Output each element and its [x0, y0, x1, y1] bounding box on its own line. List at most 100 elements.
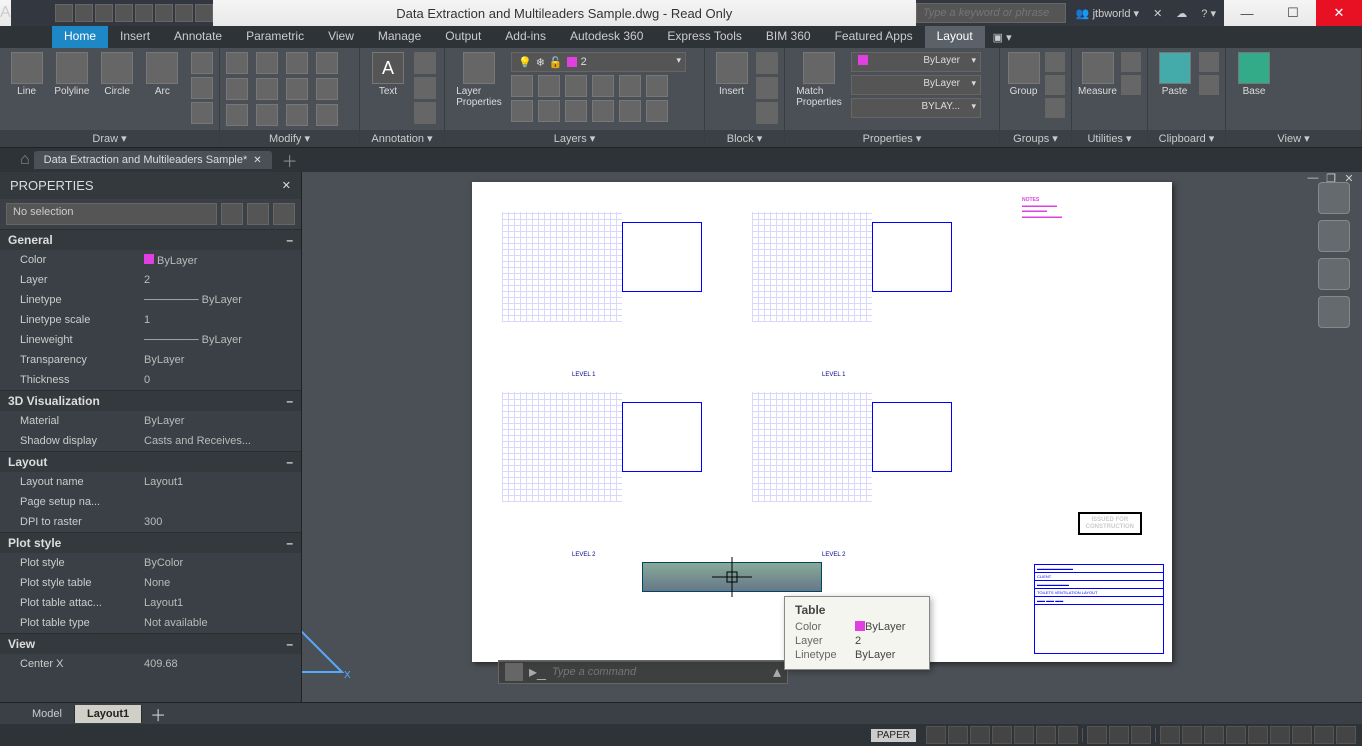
properties-list[interactable]: General–Color ByLayerLayer2Linetype─────…	[0, 229, 301, 702]
util-2-icon[interactable]	[1121, 75, 1141, 95]
lineweight-combo[interactable]: BYLAY...	[851, 98, 981, 118]
panel-layers[interactable]: Layers ▾	[445, 130, 704, 147]
laymrg-icon[interactable]	[646, 100, 668, 122]
text-button[interactable]: AText	[366, 52, 410, 97]
props-row[interactable]: Page setup na...	[0, 492, 301, 512]
add-layout-icon[interactable]: ＋	[142, 699, 174, 729]
props-row[interactable]: Layout nameLayout1	[0, 472, 301, 492]
osnap-icon[interactable]	[1014, 726, 1034, 744]
measure-button[interactable]: Measure	[1078, 52, 1117, 97]
offset-icon[interactable]	[316, 104, 338, 126]
array-icon[interactable]	[286, 104, 308, 126]
selection-combo[interactable]: No selection	[6, 203, 217, 225]
ortho-icon[interactable]	[970, 726, 990, 744]
collapse-icon[interactable]: –	[286, 637, 293, 651]
selectobj-icon[interactable]	[273, 203, 295, 225]
props-row[interactable]: TransparencyByLayer	[0, 350, 301, 370]
workspace-icon[interactable]	[1160, 726, 1180, 744]
tab-view[interactable]: View	[316, 26, 366, 48]
move-icon[interactable]	[226, 52, 248, 74]
panel-draw[interactable]: Draw ▾	[0, 130, 219, 147]
laylck-icon[interactable]	[592, 75, 614, 97]
erase-icon[interactable]	[316, 52, 338, 74]
leader-icon[interactable]	[414, 77, 436, 99]
qat-plot-icon[interactable]	[135, 4, 153, 22]
edit-attr-icon[interactable]	[756, 102, 778, 124]
copy-icon[interactable]	[226, 78, 248, 100]
base-button[interactable]: Base	[1232, 52, 1276, 97]
cut-icon[interactable]	[1199, 52, 1219, 72]
polyline-button[interactable]: Polyline	[51, 52, 92, 97]
pan-icon[interactable]	[1318, 220, 1350, 252]
doctabs-home-icon[interactable]: ⌂	[20, 151, 30, 169]
tab-model[interactable]: Model	[20, 705, 75, 723]
panel-annotation[interactable]: Annotation ▾	[360, 130, 444, 147]
units-icon[interactable]	[1204, 726, 1224, 744]
collapse-icon[interactable]: –	[286, 455, 293, 469]
group-button[interactable]: Group	[1006, 52, 1041, 97]
layoff-icon[interactable]	[565, 75, 587, 97]
laydel-icon[interactable]	[619, 100, 641, 122]
collapse-icon[interactable]: –	[286, 394, 293, 408]
create-block-icon[interactable]	[756, 52, 778, 74]
quickprops-icon[interactable]	[1226, 726, 1246, 744]
linetype-combo[interactable]: ByLayer	[851, 75, 981, 95]
props-category[interactable]: 3D Visualization–	[0, 390, 301, 411]
qat-new-icon[interactable]	[55, 4, 73, 22]
tab-autodesk360[interactable]: Autodesk 360	[558, 26, 655, 48]
table-icon[interactable]	[414, 102, 436, 124]
tab-parametric[interactable]: Parametric	[234, 26, 316, 48]
window-maximize[interactable]: ☐	[1270, 0, 1316, 26]
paste-button[interactable]: Paste	[1154, 52, 1195, 97]
properties-close-icon[interactable]: ✕	[282, 179, 291, 192]
props-category[interactable]: View–	[0, 633, 301, 654]
polar-icon[interactable]	[992, 726, 1012, 744]
props-row[interactable]: Linetype─────── ByLayer	[0, 290, 301, 310]
navwheel-icon[interactable]	[1318, 182, 1350, 214]
cmd-options-icon[interactable]: ▴	[773, 662, 781, 682]
edit-block-icon[interactable]	[756, 77, 778, 99]
panel-clipboard[interactable]: Clipboard ▾	[1148, 130, 1225, 147]
help-icon[interactable]: ? ▾	[1197, 7, 1220, 20]
line-button[interactable]: Line	[6, 52, 47, 97]
annoscale-icon[interactable]	[1087, 726, 1107, 744]
pickadd-icon[interactable]	[247, 203, 269, 225]
hardware-icon[interactable]	[1292, 726, 1312, 744]
fillet-icon[interactable]	[286, 78, 308, 100]
props-category[interactable]: Layout–	[0, 451, 301, 472]
snap-icon[interactable]	[948, 726, 968, 744]
quickselect-icon[interactable]	[221, 203, 243, 225]
signin-user[interactable]: 👥 jtbworld ▾	[1072, 7, 1143, 20]
command-line[interactable]: ▸_ ▴	[498, 660, 788, 684]
circle-button[interactable]: Circle	[97, 52, 138, 97]
draw-ext1[interactable]	[191, 52, 213, 74]
lockui-icon[interactable]	[1248, 726, 1268, 744]
zoom-extents-icon[interactable]	[1318, 258, 1350, 290]
exchange-icon[interactable]: ✕	[1149, 7, 1166, 20]
layulk-icon[interactable]	[565, 100, 587, 122]
layer-current-combo[interactable]: 💡❄🔓 2	[511, 52, 686, 72]
layun-icon[interactable]	[511, 100, 533, 122]
props-row[interactable]: MaterialByLayer	[0, 411, 301, 431]
mirror-icon[interactable]	[256, 78, 278, 100]
props-row[interactable]: Plot table attac...Layout1	[0, 593, 301, 613]
stretch-icon[interactable]	[226, 104, 248, 126]
ungroup-icon[interactable]	[1045, 52, 1065, 72]
props-row[interactable]: Plot styleByColor	[0, 553, 301, 573]
tab-addins[interactable]: Add-ins	[493, 26, 558, 48]
annovisible-icon[interactable]	[1109, 726, 1129, 744]
grid-icon[interactable]	[926, 726, 946, 744]
tab-featuredapps[interactable]: Featured Apps	[823, 26, 925, 48]
laythw-icon[interactable]	[538, 100, 560, 122]
panel-utilities[interactable]: Utilities ▾	[1072, 130, 1147, 147]
color-combo[interactable]: ByLayer	[851, 52, 981, 72]
collapse-icon[interactable]: –	[286, 233, 293, 247]
window-minimize[interactable]: —	[1224, 0, 1270, 26]
tab-home[interactable]: Home	[52, 26, 108, 48]
panel-properties[interactable]: Properties ▾	[785, 130, 999, 147]
qat-saveas-icon[interactable]	[115, 4, 133, 22]
orbit-icon[interactable]	[1318, 296, 1350, 328]
tab-layout1[interactable]: Layout1	[75, 705, 142, 723]
layiso-icon[interactable]	[511, 75, 533, 97]
annoauto-icon[interactable]	[1131, 726, 1151, 744]
